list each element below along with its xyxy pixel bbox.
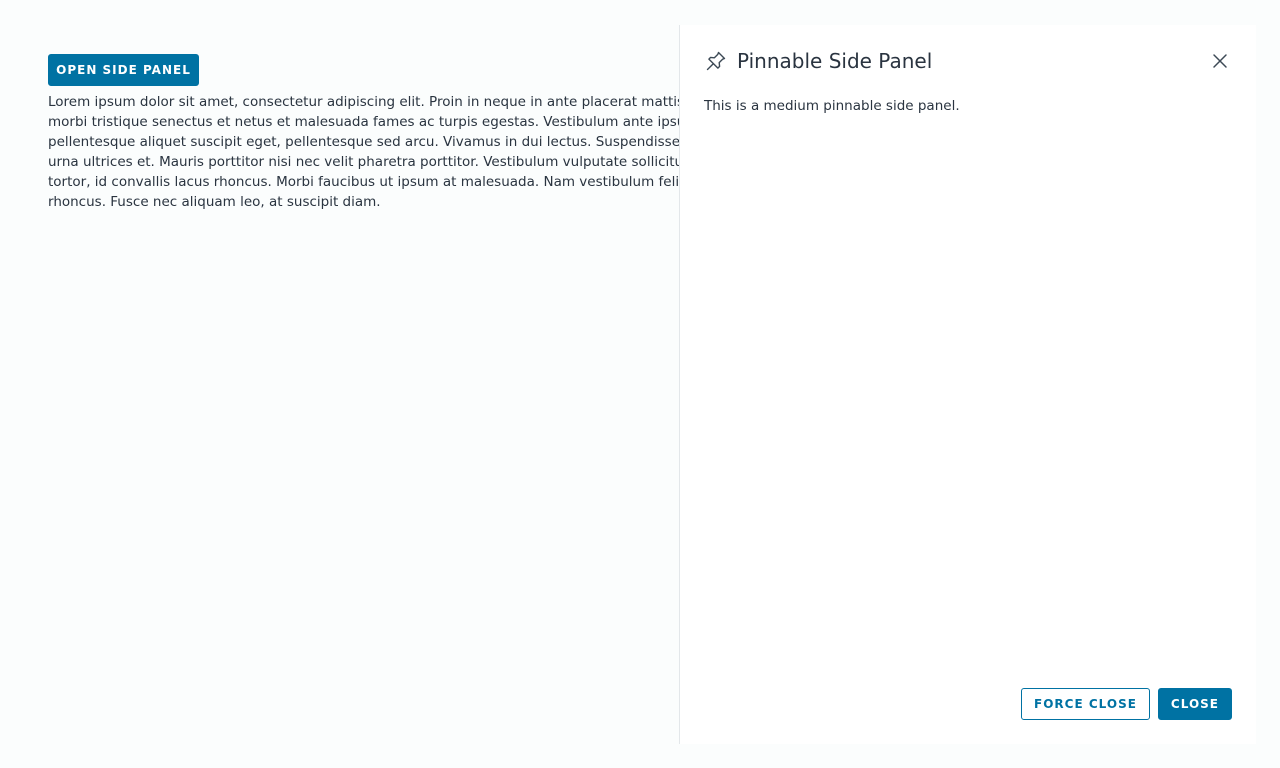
side-panel-header: Pinnable Side Panel (704, 47, 1232, 75)
side-panel: Pinnable Side Panel This is a medium pin… (679, 25, 1256, 744)
close-button[interactable]: CLOSE (1157, 688, 1232, 720)
side-panel-footer: FORCE CLOSE CLOSE (1021, 688, 1232, 720)
pin-icon[interactable] (704, 49, 728, 73)
side-panel-title: Pinnable Side Panel (737, 49, 933, 73)
main-content: OPEN SIDE PANEL Lorem ipsum dolor sit am… (0, 0, 680, 768)
open-side-panel-button[interactable]: OPEN SIDE PANEL (48, 54, 199, 86)
side-panel-body: This is a medium pinnable side panel. (704, 98, 960, 114)
lorem-paragraph: Lorem ipsum dolor sit amet, consectetur … (48, 94, 680, 210)
force-close-button[interactable]: FORCE CLOSE (1021, 688, 1150, 720)
page: OPEN SIDE PANEL Lorem ipsum dolor sit am… (0, 0, 1280, 768)
close-icon[interactable] (1208, 49, 1232, 73)
